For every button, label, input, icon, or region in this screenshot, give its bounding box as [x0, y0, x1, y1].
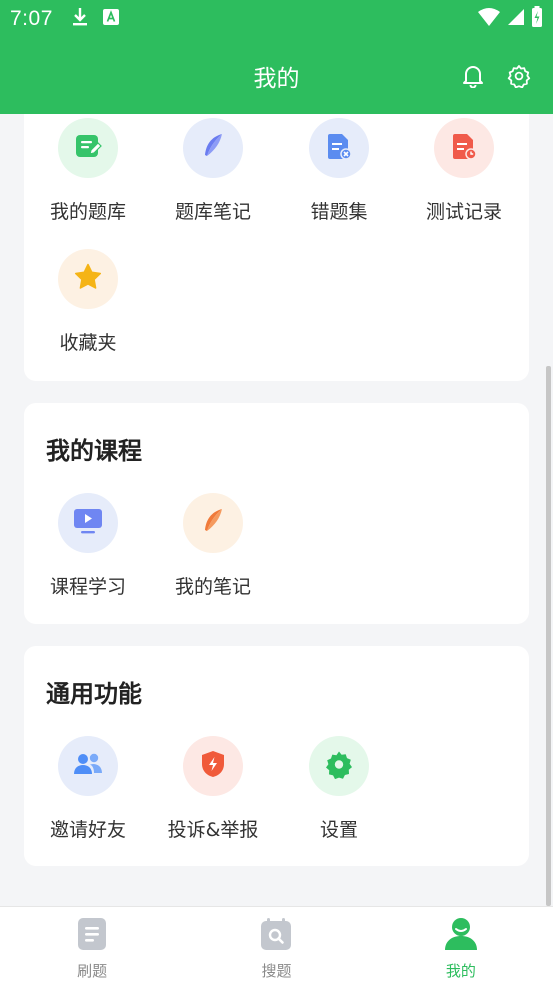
users-icon [72, 749, 104, 783]
grid-item-my-notes[interactable]: 我的笔记 [153, 493, 273, 599]
general-functions-card: 通用功能 邀请好友 投诉&举报 设置 [24, 646, 529, 866]
settings-circle [309, 736, 369, 796]
status-time: 7:07 [10, 7, 53, 30]
search-icon [259, 917, 293, 955]
page-title: 我的 [253, 66, 300, 92]
content-scroll-area[interactable]: 我的题库 题库笔记 错题集 测试记录 收藏夹 我的课程 课程学习 我的笔记 通用… [0, 114, 553, 906]
course-study-label: 课程学习 [49, 576, 126, 598]
document-icon [76, 917, 108, 955]
bottom-tab-bar: 刷题 搜题 我的 [0, 906, 553, 984]
tab-mine-label: 我的 [445, 962, 476, 980]
tab-mine[interactable]: 我的 [369, 907, 553, 984]
tab-practice-label: 刷题 [77, 962, 108, 980]
complaint-report-label: 投诉&举报 [167, 819, 259, 841]
test-record-icon [449, 131, 479, 165]
wrong-questions-icon [324, 131, 354, 165]
question-notes-label: 题库笔记 [174, 201, 251, 223]
question-bank-icon [73, 131, 103, 165]
grid-item-complaint-report[interactable]: 投诉&举报 [153, 736, 273, 842]
grid-item-my-question-bank[interactable]: 我的题库 [28, 118, 148, 224]
my-courses-card: 我的课程 课程学习 我的笔记 [24, 403, 529, 624]
shield-icon [199, 749, 227, 783]
test-records-circle [434, 118, 494, 178]
grid-item-invite-friends[interactable]: 邀请好友 [28, 736, 148, 842]
notification-bell-icon[interactable] [461, 64, 485, 88]
user-icon [443, 917, 479, 955]
general-functions-title: 通用功能 [46, 680, 142, 708]
tab-search-questions-label: 搜题 [261, 962, 292, 980]
grid-item-settings[interactable]: 设置 [279, 736, 399, 842]
gear-icon [324, 749, 354, 783]
tab-practice[interactable]: 刷题 [0, 907, 184, 984]
wrong-questions-label: 错题集 [310, 201, 368, 223]
settings-label: 设置 [319, 819, 358, 841]
feather-icon [198, 506, 228, 540]
invite-friends-circle [58, 736, 118, 796]
star-icon [73, 262, 103, 296]
grid-item-favorites[interactable]: 收藏夹 [28, 249, 148, 355]
grid-item-wrong-questions[interactable]: 错题集 [279, 118, 399, 224]
favorites-circle [58, 249, 118, 309]
grid-item-test-records[interactable]: 测试记录 [404, 118, 524, 224]
feather-icon [198, 131, 228, 165]
my-question-bank-circle [58, 118, 118, 178]
app-header: 我的 [0, 38, 553, 114]
question-bank-card: 我的题库 题库笔记 错题集 测试记录 收藏夹 [24, 114, 529, 381]
grid-item-course-study[interactable]: 课程学习 [28, 493, 148, 599]
battery-icon [531, 6, 543, 32]
my-courses-title: 我的课程 [46, 437, 142, 465]
tab-search-questions[interactable]: 搜题 [184, 907, 368, 984]
wrong-questions-circle [309, 118, 369, 178]
video-icon [72, 506, 104, 540]
my-question-bank-label: 我的题库 [49, 201, 126, 223]
course-study-circle [58, 493, 118, 553]
scrollbar[interactable] [546, 366, 551, 906]
complaint-report-circle [183, 736, 243, 796]
signal-icon [507, 8, 525, 30]
wifi-icon [477, 7, 501, 31]
download-icon [71, 7, 89, 31]
my-notes-circle [183, 493, 243, 553]
settings-gear-icon[interactable] [507, 64, 531, 88]
favorites-label: 收藏夹 [59, 332, 117, 354]
app-notification-icon [102, 9, 119, 29]
status-bar: 7:07 [0, 0, 553, 38]
grid-item-question-notes[interactable]: 题库笔记 [153, 118, 273, 224]
test-records-label: 测试记录 [425, 201, 502, 223]
invite-friends-label: 邀请好友 [49, 819, 126, 841]
my-notes-label: 我的笔记 [174, 576, 251, 598]
question-notes-circle [183, 118, 243, 178]
